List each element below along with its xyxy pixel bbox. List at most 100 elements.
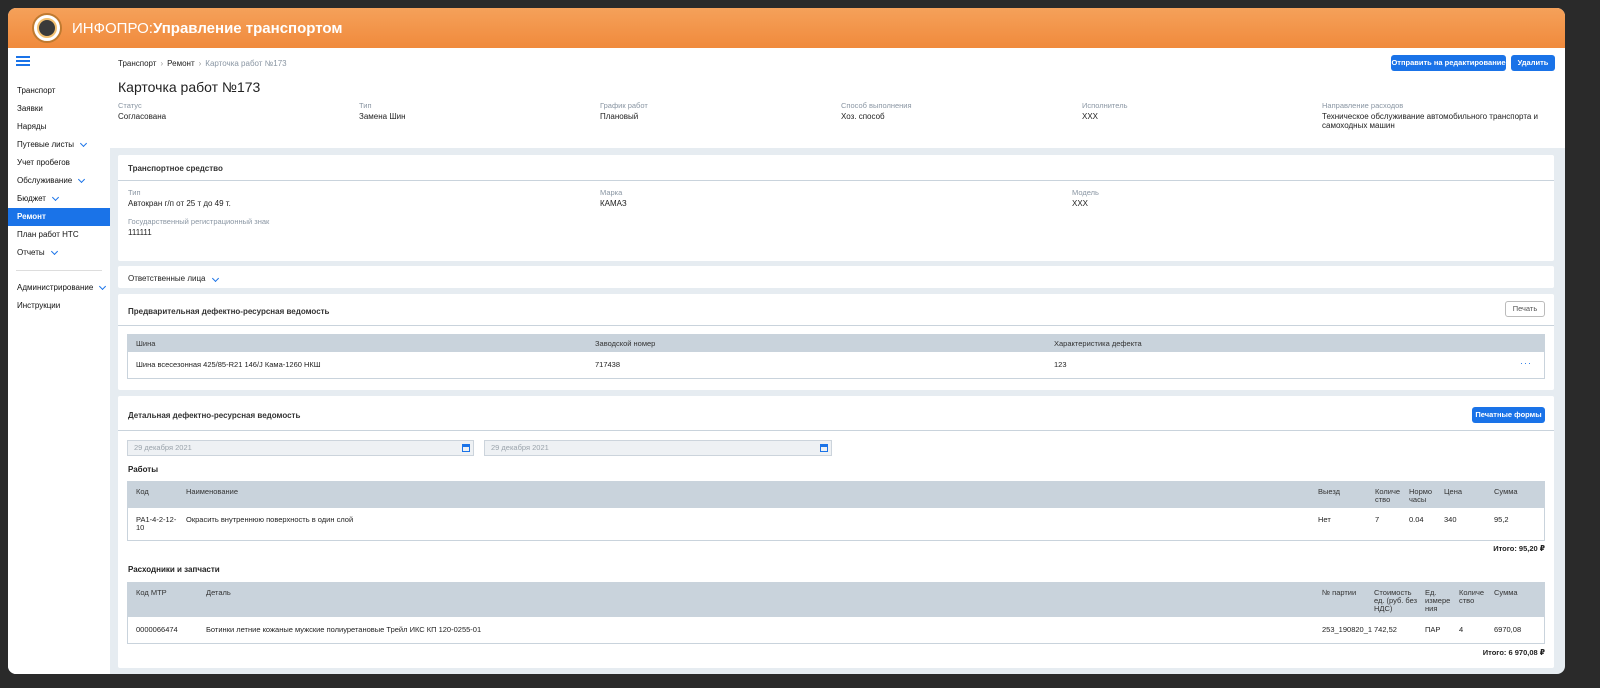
chevron-down-icon <box>79 139 88 148</box>
field-value: Автокран г/п от 25 т до 49 т. <box>128 199 231 208</box>
vehicle-brand-field: Марка КАМАЗ <box>600 188 627 208</box>
calendar-icon[interactable] <box>820 444 828 452</box>
meta-method: Способ выполнения Хоз. способ <box>841 101 1071 121</box>
parts-total: Итого: 6 970,08 ₽ <box>1482 648 1545 657</box>
works-total: Итого: 95,20 ₽ <box>1493 544 1545 553</box>
table-header: Код МТР Деталь № партии Стоимость ед. (р… <box>128 583 1544 617</box>
column-header: Код МТР <box>136 588 167 597</box>
sidebar-item-label: Бюджет <box>17 194 46 203</box>
sidebar-item-instructions[interactable]: Инструкции <box>8 297 110 315</box>
more-icon[interactable]: ··· <box>1520 358 1532 368</box>
chevron-down-icon <box>78 175 86 184</box>
sidebar-item-transport[interactable]: Транспорт <box>8 82 110 100</box>
cell-code: 0000066474 <box>136 625 178 634</box>
print-button[interactable]: Печать <box>1505 301 1545 317</box>
sidebar: Транспорт Заявки Наряды Путевые листы Уч… <box>8 48 110 674</box>
meta-expense-direction: Направление расходов Техническое обслужив… <box>1322 101 1547 130</box>
delete-button[interactable]: Удалить <box>1511 55 1555 71</box>
field-label: Тип <box>128 188 141 197</box>
breadcrumb-separator: › <box>198 59 202 68</box>
sidebar-item-label: План работ НТС <box>17 230 79 239</box>
table-row[interactable]: РА1-4-2-12-10 Окрасить внутреннюю поверх… <box>128 508 1544 540</box>
sidebar-item-repair[interactable]: Ремонт <box>8 208 110 226</box>
app-name: Управление транспортом <box>152 19 343 37</box>
vehicle-type-field: Тип Автокран г/п от 25 т до 49 т. <box>128 188 231 208</box>
meta-type: Тип Замена Шин <box>359 101 589 121</box>
meta-value: Плановый <box>600 112 639 121</box>
column-header: Наименование <box>186 487 238 496</box>
meta-label: Исполнитель <box>1082 101 1128 110</box>
meta-label: Направление расходов <box>1322 101 1404 110</box>
sidebar-nav: Транспорт Заявки Наряды Путевые листы Уч… <box>8 82 110 315</box>
prelim-card: Предварительная дефектно-ресурсная ведом… <box>118 294 1554 390</box>
sidebar-item-service[interactable]: Обслуживание <box>8 172 110 190</box>
cell-tire: Шина всесезонная 425/85-R21 146/J Кама-1… <box>136 360 321 369</box>
app-title: ИНФОПРО:Управление транспортом <box>72 20 342 37</box>
cell-price: 340 <box>1444 515 1457 524</box>
cell-name: Окрасить внутреннюю поверхность в один с… <box>186 515 354 524</box>
meta-label: График работ <box>600 101 648 110</box>
prelim-table: Шина Заводской номер Характеристика дефе… <box>127 334 1545 379</box>
responsible-card[interactable]: Ответственные лица <box>118 266 1554 288</box>
cell-qty: 7 <box>1375 515 1380 524</box>
sidebar-item-waybills[interactable]: Путевые листы <box>8 136 110 154</box>
sidebar-item-orders[interactable]: Наряды <box>8 118 110 136</box>
meta-label: Статус <box>118 101 142 110</box>
detail-card: Детальная дефектно-ресурсная ведомость П… <box>118 396 1554 668</box>
meta-status: Статус Согласована <box>118 101 348 121</box>
field-value: 111111 <box>128 228 152 237</box>
date-from-input[interactable]: 29 декабря 2021 <box>127 440 474 456</box>
card-divider <box>118 180 1554 181</box>
table-row[interactable]: 0000066474 Ботинки летние кожаные мужски… <box>128 617 1544 643</box>
column-header: Сумма <box>1494 588 1518 597</box>
menu-icon[interactable] <box>16 56 30 66</box>
cell-hours: 0.04 <box>1409 515 1424 524</box>
sidebar-item-label: Заявки <box>17 104 43 113</box>
column-header: Шина <box>136 339 156 348</box>
date-from-value: 29 декабря 2021 <box>134 443 192 452</box>
top-bar: ИНФОПРО:Управление транспортом <box>8 8 1565 48</box>
column-header: Характеристика дефекта <box>1054 339 1142 348</box>
meta-schedule: График работ Плановый <box>600 101 830 121</box>
field-value: КАМАЗ <box>600 199 627 208</box>
sidebar-item-requests[interactable]: Заявки <box>8 100 110 118</box>
app-window: ИНФОПРО:Управление транспортом Транспорт… <box>8 8 1565 674</box>
sidebar-item-label: Отчеты <box>17 248 45 257</box>
calendar-icon[interactable] <box>462 444 470 452</box>
breadcrumb-repair[interactable]: Ремонт <box>167 59 194 68</box>
chevron-down-icon <box>99 282 107 291</box>
date-to-input[interactable]: 29 декабря 2021 <box>484 440 832 456</box>
field-label: Государственный регистрационный знак <box>128 217 270 226</box>
works-table: Код Наименование Выезд Количе ство Нормо… <box>127 481 1545 541</box>
column-header: Стоимость ед. (руб. без НДС) <box>1374 588 1418 613</box>
meta-value: Техническое обслуживание автомобильного … <box>1322 112 1539 130</box>
sidebar-item-mileage[interactable]: Учет пробегов <box>8 154 110 172</box>
sidebar-item-budget[interactable]: Бюджет <box>8 190 110 208</box>
meta-label: Тип <box>359 101 372 110</box>
print-forms-button[interactable]: Печатные формы <box>1472 407 1545 423</box>
column-header: Ед. измере ния <box>1425 588 1451 613</box>
prelim-card-title: Предварительная дефектно-ресурсная ведом… <box>128 307 330 316</box>
column-header: Выезд <box>1318 487 1341 496</box>
sidebar-item-label: Наряды <box>17 122 47 131</box>
breadcrumb: Транспорт › Ремонт › Карточка работ №173 <box>118 59 287 68</box>
responsible-title[interactable]: Ответственные лица <box>128 274 219 283</box>
parts-table: Код МТР Деталь № партии Стоимость ед. (р… <box>127 582 1545 644</box>
detail-card-title: Детальная дефектно-ресурсная ведомость <box>128 411 301 420</box>
sidebar-item-label: Учет пробегов <box>17 158 70 167</box>
field-label: Модель <box>1072 188 1099 197</box>
sidebar-item-admin[interactable]: Администрирование <box>8 279 110 297</box>
card-divider <box>118 430 1554 431</box>
column-header: Заводской номер <box>595 339 656 348</box>
breadcrumb-transport[interactable]: Транспорт <box>118 59 156 68</box>
sidebar-item-nts-plan[interactable]: План работ НТС <box>8 226 110 244</box>
logo-icon[interactable] <box>32 13 62 43</box>
column-header: Деталь <box>206 588 231 597</box>
header-card: Транспорт › Ремонт › Карточка работ №173 Отп… <box>110 48 1565 148</box>
table-row[interactable]: Шина всесезонная 425/85-R21 146/J Кама-1… <box>128 352 1544 378</box>
main-content: Транспорт › Ремонт › Карточка работ №173 Отп… <box>110 48 1565 674</box>
vehicle-card-title: Транспортное средство <box>128 164 223 173</box>
cell-defect: 123 <box>1054 360 1067 369</box>
send-to-edit-button[interactable]: Отправить на редактирование <box>1391 55 1506 71</box>
sidebar-item-reports[interactable]: Отчеты <box>8 244 110 262</box>
